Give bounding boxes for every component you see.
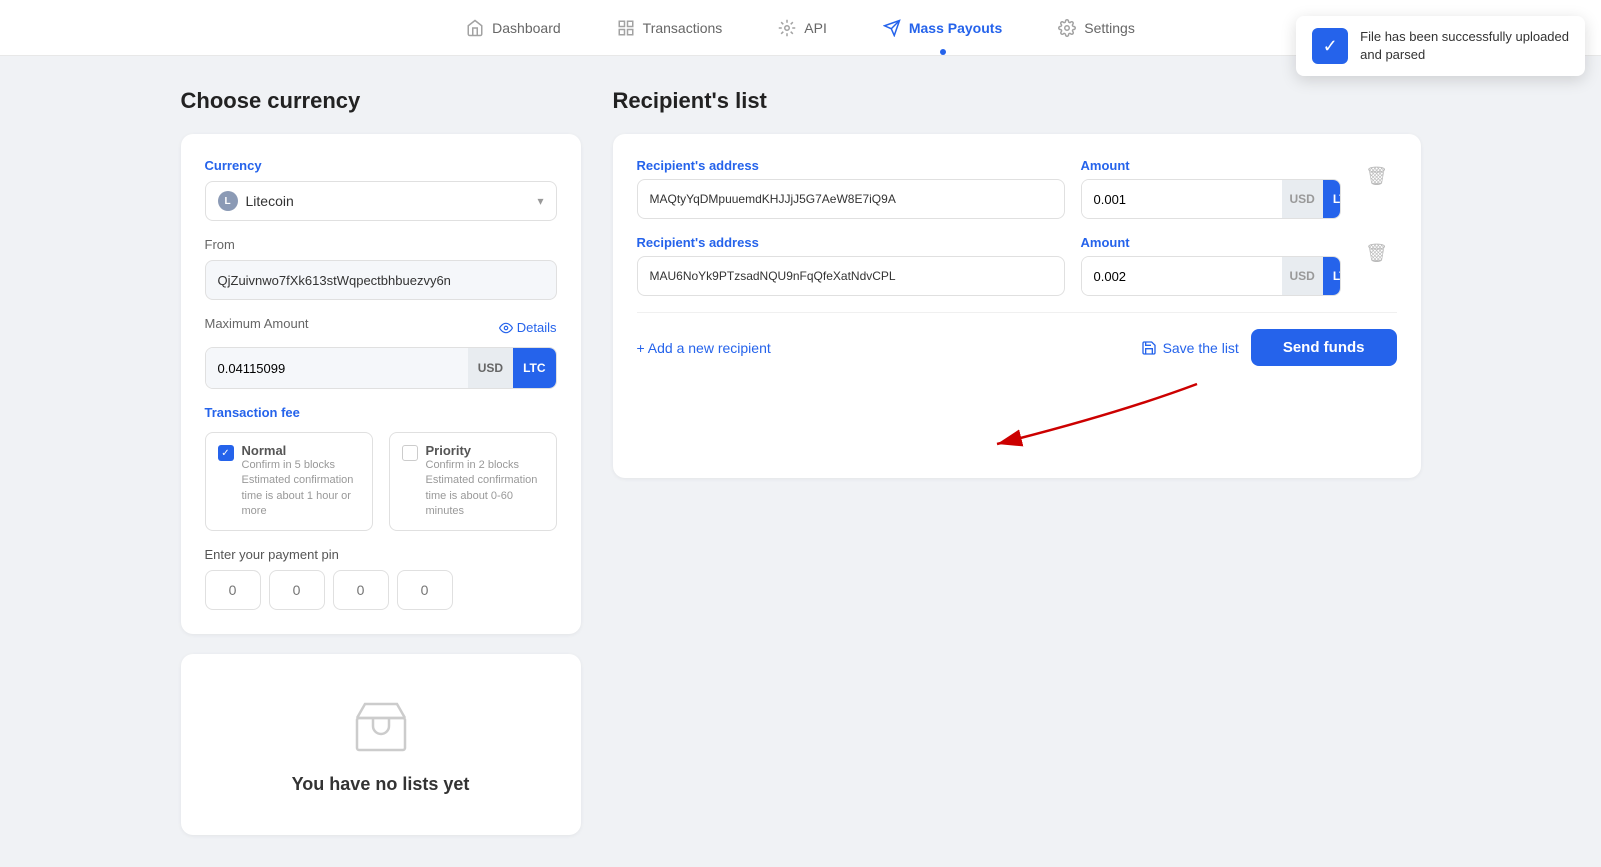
chevron-down-icon: ▾	[537, 194, 543, 208]
toast-message: File has been successfully uploaded and …	[1360, 28, 1569, 64]
save-list-label: Save the list	[1163, 340, 1239, 356]
currency-value: Litecoin	[246, 193, 294, 209]
ltc-toggle-btn[interactable]: LTC	[513, 348, 555, 388]
fee-priority-name: Priority	[426, 443, 544, 458]
litecoin-icon: L	[218, 191, 238, 211]
fee-priority-option[interactable]: Priority Confirm in 2 blocks Estimated c…	[389, 432, 557, 531]
no-lists-card: You have no lists yet	[181, 654, 581, 835]
currency-label: Currency	[205, 158, 557, 173]
toast-notification: ✓ File has been successfully uploaded an…	[1296, 16, 1585, 76]
usd-tag-1: USD	[1282, 179, 1323, 219]
recipient-row-1: Recipient's address Amount USD LTC 🗑	[637, 158, 1397, 219]
pin-label: Enter your payment pin	[205, 547, 557, 562]
save-icon	[1141, 340, 1157, 356]
save-list-button[interactable]: Save the list	[1141, 340, 1239, 356]
delete-row-1-icon[interactable]: 🗑	[1365, 166, 1388, 187]
currency-toggle: USD LTC	[468, 348, 556, 388]
fee-priority-checkbox[interactable]	[402, 445, 418, 461]
recipients-card: Recipient's address Amount USD LTC 🗑	[613, 134, 1421, 478]
left-panel: Choose currency Currency L Litecoin ▾ Fr…	[181, 88, 581, 835]
amount-label-1: Amount	[1081, 158, 1341, 173]
transactions-icon	[617, 19, 635, 37]
empty-box-icon	[349, 694, 413, 758]
fee-normal-desc: Confirm in 5 blocks Estimated confirmati…	[242, 458, 360, 520]
eye-icon	[499, 321, 513, 335]
toast-check-icon: ✓	[1312, 28, 1348, 64]
amount-input-1[interactable]	[1082, 180, 1282, 218]
max-amount-row: Maximum Amount Details	[205, 316, 557, 339]
details-link[interactable]: Details	[499, 320, 557, 335]
details-label: Details	[517, 320, 557, 335]
nav-api-label: API	[804, 20, 827, 36]
pin-inputs	[205, 570, 557, 610]
recipient-address-input-2[interactable]	[637, 256, 1065, 296]
nav-api[interactable]: API	[774, 19, 831, 37]
fee-normal-name: Normal	[242, 443, 360, 458]
tx-fee-label: Transaction fee	[205, 405, 557, 420]
mass-payouts-icon	[883, 19, 901, 37]
arrow-annotation	[637, 374, 1397, 454]
no-lists-text: You have no lists yet	[292, 774, 470, 795]
pin-input-2[interactable]	[269, 570, 325, 610]
ltc-tag-1: LTC	[1323, 179, 1341, 219]
actions-divider	[637, 312, 1397, 313]
pin-input-3[interactable]	[333, 570, 389, 610]
gear-icon	[1058, 19, 1076, 37]
usd-toggle-btn[interactable]: USD	[468, 348, 513, 388]
choose-currency-title: Choose currency	[181, 88, 581, 114]
amount-label-2: Amount	[1081, 235, 1341, 250]
nav-dashboard[interactable]: Dashboard	[462, 19, 565, 37]
recipient-address-input-1[interactable]	[637, 179, 1065, 219]
api-icon	[778, 19, 796, 37]
recipient-address-label-2: Recipient's address	[637, 235, 1065, 250]
recipient-address-label-1: Recipient's address	[637, 158, 1065, 173]
pin-input-1[interactable]	[205, 570, 261, 610]
currency-card: Currency L Litecoin ▾ From Maximum Amoun…	[181, 134, 581, 634]
delete-row-2-icon[interactable]: 🗑	[1365, 243, 1388, 264]
currency-select-wrapper[interactable]: L Litecoin ▾	[205, 181, 557, 221]
pin-input-4[interactable]	[397, 570, 453, 610]
fee-normal-checkbox[interactable]: ✓	[218, 445, 234, 461]
usd-tag-2: USD	[1282, 256, 1323, 296]
ltc-tag-2: LTC	[1323, 256, 1341, 296]
main-content: Choose currency Currency L Litecoin ▾ Fr…	[101, 56, 1501, 867]
nav-transactions[interactable]: Transactions	[613, 19, 727, 37]
nav-transactions-label: Transactions	[643, 20, 723, 36]
nav-settings[interactable]: Settings	[1054, 19, 1139, 37]
send-funds-button[interactable]: Send funds	[1251, 329, 1397, 366]
nav-mass-payouts-label: Mass Payouts	[909, 20, 1002, 36]
home-icon	[466, 19, 484, 37]
max-amount-input-wrapper: USD LTC	[205, 347, 557, 389]
currency-select[interactable]: L Litecoin ▾	[205, 181, 557, 221]
from-label: From	[205, 237, 557, 252]
fee-normal-option[interactable]: ✓ Normal Confirm in 5 blocks Estimated c…	[205, 432, 373, 531]
max-amount-label: Maximum Amount	[205, 316, 309, 331]
amount-input-wrapper-2: USD LTC	[1081, 256, 1341, 296]
nav-settings-label: Settings	[1084, 20, 1135, 36]
arrow-svg	[917, 374, 1217, 454]
nav-mass-payouts[interactable]: Mass Payouts	[879, 19, 1006, 37]
bottom-actions: + Add a new recipient Save the list Send…	[637, 329, 1397, 366]
recipient-row-2: Recipient's address Amount USD LTC 🗑	[637, 235, 1397, 296]
nav-dashboard-label: Dashboard	[492, 20, 561, 36]
fee-options: ✓ Normal Confirm in 5 blocks Estimated c…	[205, 432, 557, 531]
amount-input-2[interactable]	[1082, 257, 1282, 295]
add-recipient-button[interactable]: + Add a new recipient	[637, 340, 771, 356]
fee-priority-desc: Confirm in 2 blocks Estimated confirmati…	[426, 458, 544, 520]
right-panel: Recipient's list Recipient's address Amo…	[613, 88, 1421, 835]
recipients-list-title: Recipient's list	[613, 88, 1421, 114]
from-input[interactable]	[205, 260, 557, 300]
amount-input-wrapper-1: USD LTC	[1081, 179, 1341, 219]
max-amount-input[interactable]	[206, 348, 468, 388]
